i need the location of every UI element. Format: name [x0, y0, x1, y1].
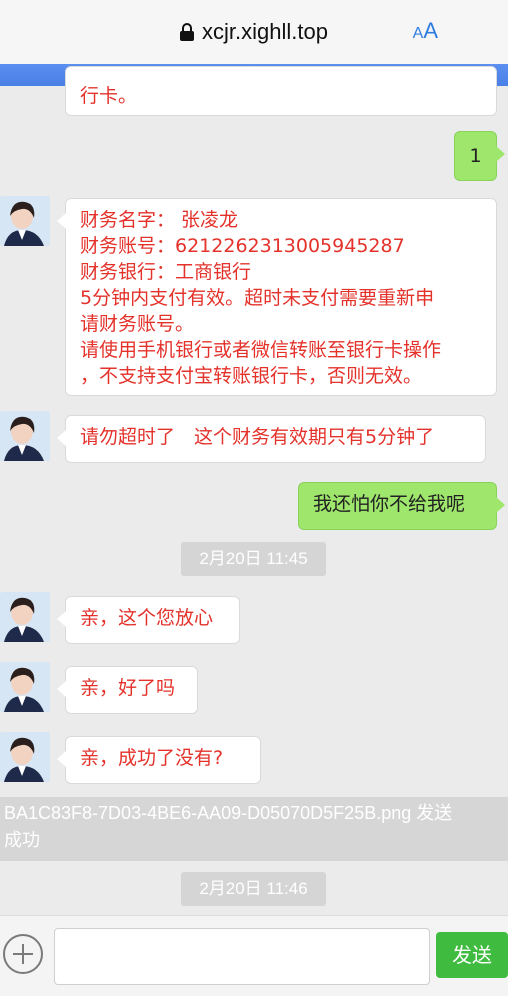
browser-address-bar[interactable]: xcjr.xighll.top AA	[0, 0, 508, 64]
user-message: 我还怕你不给我呢	[298, 482, 505, 530]
text-size-button[interactable]: AA	[413, 18, 438, 44]
agent-avatar	[0, 592, 50, 642]
agent-avatar-image	[0, 196, 50, 246]
agent-avatar-image	[0, 411, 50, 461]
plus-icon[interactable]	[3, 934, 43, 974]
agent-avatar-image	[0, 592, 50, 642]
agent-avatar	[0, 196, 50, 246]
upload-notice: BA1C83F8-7D03-4BE6-AA09-D05070D5F25B.png…	[0, 797, 508, 861]
agent-message: 亲，成功了没有?	[57, 736, 261, 784]
agent-message: 亲，好了吗	[57, 666, 198, 714]
message-input[interactable]	[54, 928, 430, 985]
agent-avatar	[0, 411, 50, 461]
agent-message: 亲，这个您放心	[57, 596, 240, 644]
message-timestamp: 2月20日 11:45	[181, 542, 326, 576]
message-timestamp: 2月20日 11:46	[181, 872, 326, 906]
agent-avatar-image	[0, 732, 50, 782]
url-text: xcjr.xighll.top	[202, 19, 328, 44]
url-display[interactable]: xcjr.xighll.top	[180, 19, 328, 45]
agent-avatar	[0, 732, 50, 782]
agent-message: 行卡。	[65, 66, 497, 116]
user-message: 1	[454, 131, 505, 181]
agent-avatar	[0, 662, 50, 712]
agent-avatar-image	[0, 662, 50, 712]
lock-icon	[180, 23, 195, 41]
agent-message-account-info: 财务名字： 张凌龙 财务账号：6212262313005945287 财务银行：…	[57, 198, 497, 396]
send-button[interactable]: 发送	[436, 932, 508, 978]
agent-message: 请勿超时了 这个财务有效期只有5分钟了	[57, 415, 486, 463]
